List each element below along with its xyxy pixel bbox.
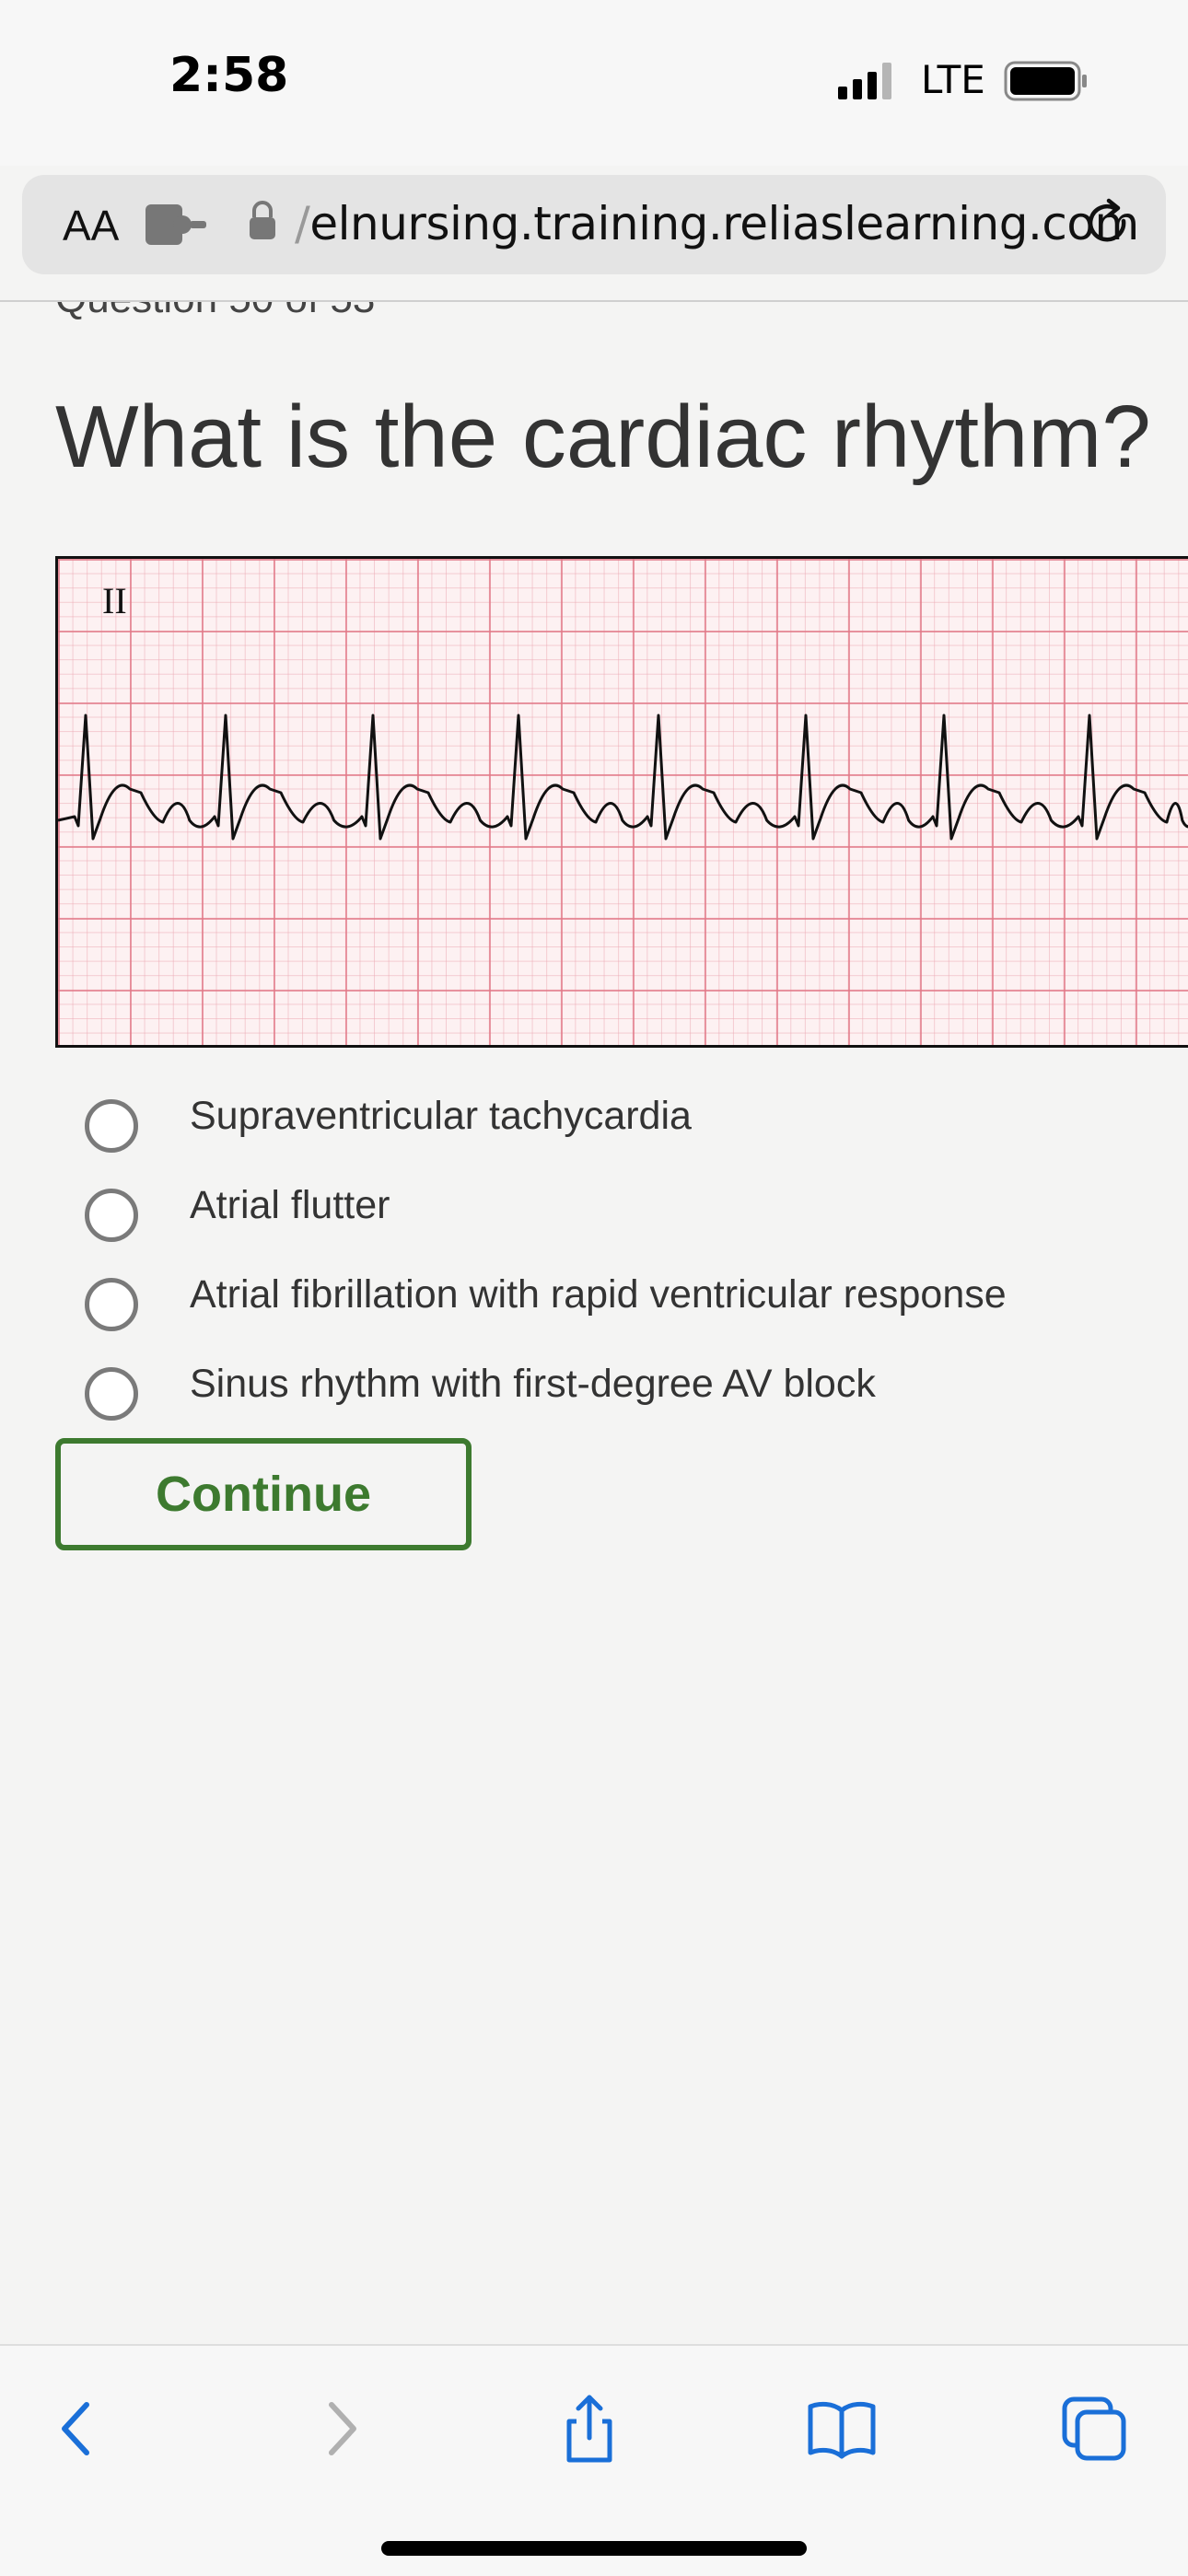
text-size-button[interactable]: AA <box>63 201 119 250</box>
forward-icon[interactable] <box>302 2392 376 2466</box>
battery-icon <box>1004 61 1087 101</box>
bookmarks-icon[interactable] <box>805 2392 879 2466</box>
browser-toolbar <box>0 2344 1188 2576</box>
option-label[interactable]: Atrial fibrillation with rapid ventricul… <box>190 1272 1007 1317</box>
back-icon[interactable] <box>42 2392 116 2466</box>
option-label[interactable]: Atrial flutter <box>190 1183 390 1228</box>
radio-button[interactable] <box>85 1367 138 1421</box>
option-label[interactable]: Sinus rhythm with first-degree AV block <box>190 1362 876 1407</box>
radio-button[interactable] <box>85 1278 138 1331</box>
status-time: 2:58 <box>169 48 289 103</box>
network-type: LTE <box>921 57 985 102</box>
cellular-signal-icon <box>838 63 891 99</box>
address-bar[interactable]: AA /elnursing.training.reliaslearning.co… <box>22 175 1166 274</box>
question-title: What is the cardiac rhythm? <box>55 388 1151 486</box>
radio-button[interactable] <box>85 1189 138 1242</box>
status-bar: 2:58 LTE <box>0 0 1188 166</box>
option-sinus-first-degree-av-block[interactable]: Sinus rhythm with first-degree AV block <box>85 1352 1144 1435</box>
share-icon[interactable] <box>553 2392 626 2466</box>
extension-icon[interactable] <box>142 201 210 249</box>
url-text[interactable]: /elnursing.training.reliaslearning.com <box>295 197 1139 250</box>
url-value: elnursing.training.reliaslearning.com <box>309 197 1139 250</box>
page-content: Question 50 of 53 What is the cardiac rh… <box>0 302 1188 2327</box>
tabs-icon[interactable] <box>1057 2392 1131 2466</box>
ecg-waveform <box>58 714 1188 841</box>
option-atrial-flutter[interactable]: Atrial flutter <box>85 1174 1144 1257</box>
option-label[interactable]: Supraventricular tachycardia <box>190 1094 692 1139</box>
continue-button[interactable]: Continue <box>55 1438 472 1550</box>
home-indicator <box>381 2541 807 2556</box>
ecg-strip-image: II <box>55 556 1188 1048</box>
reload-icon[interactable] <box>1081 197 1136 252</box>
radio-button[interactable] <box>85 1099 138 1153</box>
option-supraventricular-tachycardia[interactable]: Supraventricular tachycardia <box>85 1085 1144 1167</box>
lock-icon <box>250 201 275 239</box>
question-counter: Question 50 of 53 <box>55 302 375 322</box>
option-atrial-fibrillation-rvr[interactable]: Atrial fibrillation with rapid ventricul… <box>85 1263 1144 1346</box>
